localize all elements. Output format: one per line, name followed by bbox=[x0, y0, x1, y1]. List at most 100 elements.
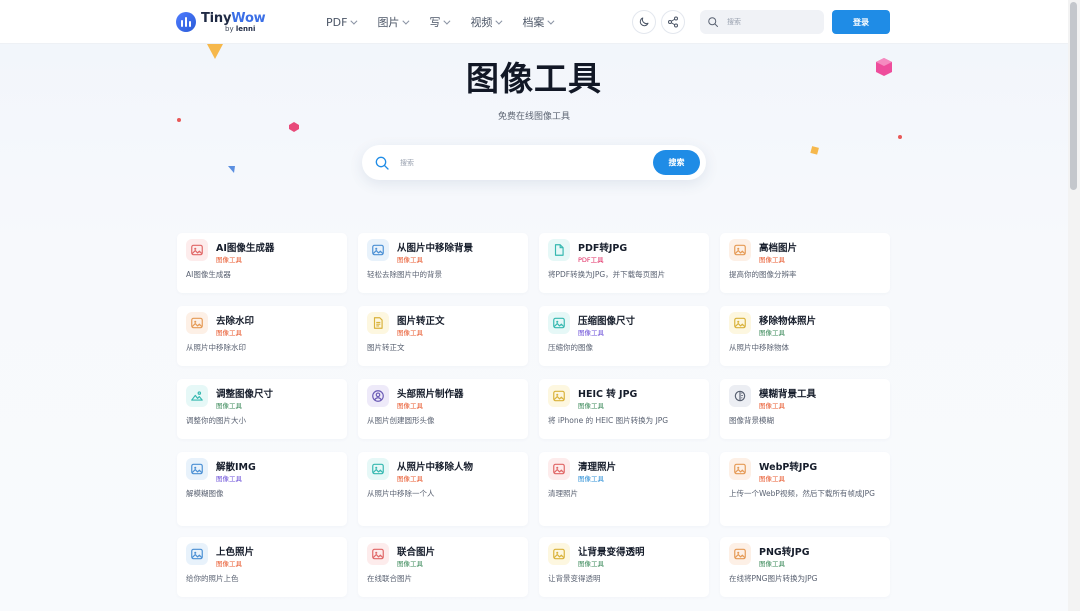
tool-card[interactable]: 图片转正文 图像工具 图片转正文 bbox=[358, 306, 528, 366]
logo-text: TinyWow by lenni bbox=[201, 12, 266, 33]
tool-card[interactable]: 压缩图像尺寸 图像工具 压缩你的图像 bbox=[539, 306, 709, 366]
tool-description: 图像背景模糊 bbox=[729, 416, 774, 425]
tool-title: 高档图片 bbox=[759, 243, 798, 254]
tool-card[interactable]: HEIC 转 JPG 图像工具将 iPhone 的 HEIC 图片转换为 JPG bbox=[539, 379, 709, 439]
image-icon bbox=[729, 312, 751, 334]
nav-write[interactable]: 写 bbox=[429, 14, 451, 30]
tool-card[interactable]: PDF转JPG PDF工具将PDF转换为JPG，并下载每页图片 bbox=[539, 233, 709, 293]
tool-title: 头部照片制作器 bbox=[397, 389, 464, 400]
tool-card[interactable]: WebP转JPG 图像工具 上传一个WebP视频，然后下载所有帧成JPG bbox=[720, 452, 890, 526]
tool-description: 图片转正文 bbox=[367, 343, 405, 352]
tool-card[interactable]: 高档图片 图像工具 提高你的图像分辨率 bbox=[720, 233, 890, 293]
tool-category: 图像工具 bbox=[216, 256, 242, 264]
tool-description: 让背景变得透明 bbox=[548, 574, 601, 583]
tool-card[interactable]: 联合图片 图像工具 在线联合图片 bbox=[358, 537, 528, 597]
image-icon bbox=[367, 458, 389, 480]
nav-file[interactable]: 档案 bbox=[522, 14, 555, 30]
tool-description: 轻松去除图片中的背景 bbox=[367, 270, 442, 279]
tool-category: PDF工具 bbox=[578, 256, 604, 264]
tool-category: 图像工具 bbox=[759, 256, 785, 264]
tool-card[interactable]: PNG转JPG 图像工具 在线将PNG图片转换为JPG bbox=[720, 537, 890, 597]
tool-title: PNG转JPG bbox=[759, 547, 810, 558]
tool-title: 去除水印 bbox=[216, 316, 255, 327]
tool-category: 图像工具 bbox=[578, 329, 604, 337]
search-icon bbox=[375, 156, 389, 170]
nav-image[interactable]: 图片 bbox=[377, 14, 410, 30]
chevron-down-icon bbox=[443, 17, 451, 25]
tool-card[interactable]: AI图像生成器 图像工具 AI图像生成器 bbox=[177, 233, 347, 293]
image-icon bbox=[367, 239, 389, 261]
tool-title: 解散IMG bbox=[216, 462, 256, 473]
tool-card[interactable]: 让背景变得透明 图像工具 让背景变得透明 bbox=[539, 537, 709, 597]
header-search-placeholder: 搜索 bbox=[727, 18, 741, 26]
page-subtitle: 免费在线图像工具 bbox=[497, 112, 570, 122]
share-icon bbox=[668, 16, 678, 28]
tool-card[interactable]: 解散IMG 图像工具解模糊图像 bbox=[177, 452, 347, 526]
tool-card[interactable]: 调整图像尺寸 图像工具 调整你的图片大小 bbox=[177, 379, 347, 439]
blur-icon bbox=[729, 385, 751, 407]
moon-icon bbox=[639, 17, 649, 27]
main-nav: PDF 图片 写 视频 档案 bbox=[326, 14, 574, 30]
tool-title: PDF转JPG bbox=[578, 243, 628, 254]
tool-category: 图像工具 bbox=[397, 402, 423, 410]
tool-description: 将PDF转换为JPG，并下载每页图片 bbox=[548, 270, 666, 279]
user-circle-icon bbox=[367, 385, 389, 407]
share-button[interactable] bbox=[661, 10, 685, 34]
tool-title: 从照片中移除人物 bbox=[397, 462, 474, 473]
header-search-input[interactable]: 搜索 bbox=[700, 10, 824, 34]
nav-video[interactable]: 视频 bbox=[470, 14, 503, 30]
decor-square-orange bbox=[810, 146, 819, 155]
tool-description: 从照片中移除水印 bbox=[186, 343, 246, 352]
dark-mode-toggle[interactable] bbox=[632, 10, 656, 34]
scrollbar[interactable] bbox=[1068, 0, 1080, 611]
page: TinyWow by lenni PDF 图片 写 视频 档案 搜索 登录 图像… bbox=[0, 0, 1080, 611]
nav-pdf[interactable]: PDF bbox=[326, 14, 358, 30]
image-icon bbox=[186, 458, 208, 480]
tool-search-input[interactable]: 搜索 搜索 bbox=[362, 145, 706, 180]
tool-title: 移除物体照片 bbox=[759, 316, 817, 327]
tool-description: AI图像生成器 bbox=[186, 270, 231, 279]
tool-card[interactable]: 从图片中移除背景 图像工具 轻松去除图片中的背景 bbox=[358, 233, 528, 293]
decor-cube-small bbox=[289, 122, 299, 132]
tool-title: WebP转JPG bbox=[759, 462, 818, 473]
chevron-down-icon bbox=[495, 17, 503, 25]
tool-title: 调整图像尺寸 bbox=[216, 389, 274, 400]
tool-card[interactable]: 从照片中移除人物 图像工具从照片中移除一个人 bbox=[358, 452, 528, 526]
logo[interactable]: TinyWow by lenni bbox=[176, 10, 266, 34]
image-icon bbox=[729, 543, 751, 565]
image-icon bbox=[548, 458, 570, 480]
decor-dot bbox=[898, 135, 902, 139]
tool-category: 图像工具 bbox=[578, 475, 604, 483]
file-icon bbox=[548, 239, 570, 261]
chevron-down-icon bbox=[350, 17, 358, 25]
tool-category: 图像工具 bbox=[216, 475, 242, 483]
landscape-icon bbox=[186, 385, 208, 407]
tool-category: 图像工具 bbox=[216, 329, 242, 337]
tool-description: 上传一个WebP视频，然后下载所有帧成JPG bbox=[729, 489, 875, 498]
login-button[interactable]: 登录 bbox=[832, 10, 890, 34]
tool-description: 从照片中移除一个人 bbox=[367, 489, 435, 498]
tool-description: 调整你的图片大小 bbox=[186, 416, 246, 425]
tool-description: 解模糊图像 bbox=[186, 489, 224, 498]
tool-card[interactable]: 上色照片 图像工具 给你的照片上色 bbox=[177, 537, 347, 597]
logo-by: by bbox=[225, 24, 234, 33]
tool-category: 图像工具 bbox=[759, 402, 785, 410]
tool-card[interactable]: 移除物体照片 图像工具 从照片中移除物体 bbox=[720, 306, 890, 366]
page-title: 图像工具 bbox=[466, 59, 602, 98]
tool-card[interactable]: 去除水印图像工具从照片中移除水印 bbox=[177, 306, 347, 366]
search-button[interactable]: 搜索 bbox=[653, 150, 700, 175]
image-icon bbox=[186, 543, 208, 565]
image-icon bbox=[729, 239, 751, 261]
tool-category: 图像工具 bbox=[759, 560, 785, 568]
tool-card[interactable]: 模糊背景工具 图像工具 图像背景模糊 bbox=[720, 379, 890, 439]
logo-mark-icon bbox=[176, 12, 196, 32]
tool-description: 给你的照片上色 bbox=[186, 574, 239, 583]
tool-description: 将 iPhone 的 HEIC 图片转换为 JPG bbox=[548, 416, 669, 425]
tool-category: 图像工具 bbox=[397, 475, 423, 483]
tool-title: 图片转正文 bbox=[397, 316, 445, 327]
tool-card[interactable]: 头部照片制作器 图像工具 从图片创建圆形头像 bbox=[358, 379, 528, 439]
tool-title: 从图片中移除背景 bbox=[397, 243, 474, 254]
scrollbar-thumb[interactable] bbox=[1070, 2, 1077, 190]
tool-card[interactable]: 清理照片 图像工具 清理照片 bbox=[539, 452, 709, 526]
image-icon bbox=[367, 543, 389, 565]
